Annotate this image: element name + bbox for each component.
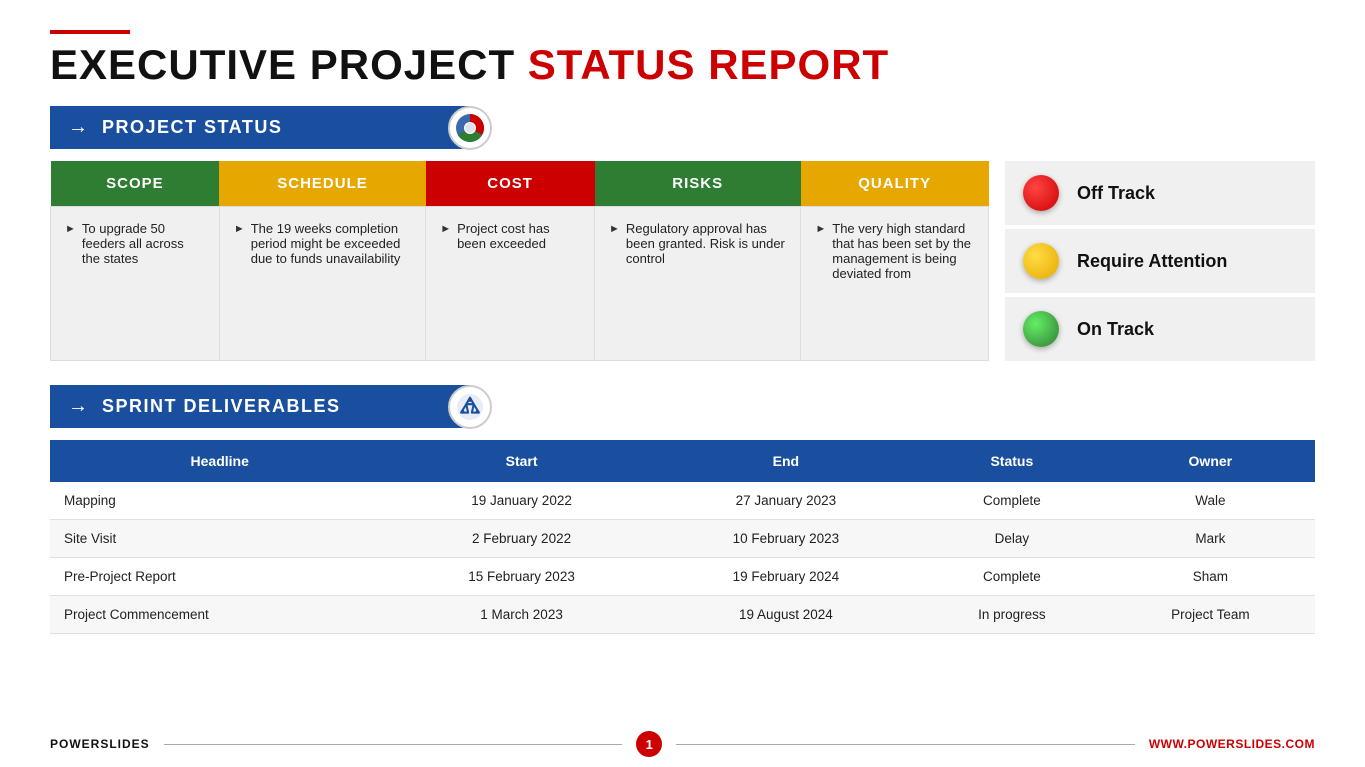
cell-end: 27 January 2023 bbox=[654, 482, 918, 520]
status-header-row: SCOPE SCHEDULE COST RISKS QUALITY bbox=[51, 161, 989, 207]
dot-green bbox=[1023, 311, 1059, 347]
title-red: STATUS REPORT bbox=[528, 41, 889, 88]
sprint-section: → SPRINT DELIVERABLES Headline bbox=[50, 385, 1315, 634]
cell-owner: Mark bbox=[1106, 520, 1315, 558]
risks-content: ► Regulatory approval has been granted. … bbox=[609, 221, 786, 266]
sprint-arrow-icon: → bbox=[68, 395, 88, 418]
dot-red bbox=[1023, 175, 1059, 211]
title-bar: EXECUTIVE PROJECT STATUS REPORT bbox=[50, 30, 1315, 88]
cell-headline: Site Visit bbox=[50, 520, 389, 558]
footer: POWERSLIDES 1 WWW.POWERSLIDES.COM bbox=[0, 721, 1365, 767]
legend-off-track-label: Off Track bbox=[1077, 183, 1155, 204]
dot-yellow bbox=[1023, 243, 1059, 279]
risks-arrow: ► bbox=[609, 223, 620, 235]
schedule-arrow: ► bbox=[234, 223, 245, 235]
quality-arrow: ► bbox=[815, 223, 826, 235]
legend-require-attention-label: Require Attention bbox=[1077, 251, 1227, 272]
pie-chart-icon bbox=[454, 112, 486, 144]
deliverable-row: Site Visit2 February 202210 February 202… bbox=[50, 520, 1315, 558]
cell-start: 15 February 2023 bbox=[389, 558, 653, 596]
legend-box: Off Track Require Attention On Track bbox=[1005, 161, 1315, 361]
cell-status: Complete bbox=[918, 558, 1106, 596]
cell-status: In progress bbox=[918, 596, 1106, 634]
project-status-label: PROJECT STATUS bbox=[102, 117, 282, 138]
main-title: EXECUTIVE PROJECT STATUS REPORT bbox=[50, 42, 1315, 88]
cell-risks: ► Regulatory approval has been granted. … bbox=[595, 207, 801, 361]
th-risks: RISKS bbox=[595, 161, 801, 207]
footer-line-left bbox=[164, 744, 623, 745]
scope-text: To upgrade 50 feeders all across the sta… bbox=[82, 221, 205, 266]
cell-cost: ► Project cost has been exceeded bbox=[426, 207, 595, 361]
th-quality: QUALITY bbox=[801, 161, 989, 207]
sprint-icon bbox=[448, 385, 492, 429]
footer-page: 1 bbox=[636, 731, 662, 757]
status-table: SCOPE SCHEDULE COST RISKS QUALITY ► To u… bbox=[50, 161, 989, 361]
cell-scope: ► To upgrade 50 feeders all across the s… bbox=[51, 207, 220, 361]
footer-url: WWW.POWERSLIDES.COM bbox=[1149, 737, 1315, 751]
legend-on-track: On Track bbox=[1005, 297, 1315, 361]
quality-content: ► The very high standard that has been s… bbox=[815, 221, 974, 281]
th-scope: SCOPE bbox=[51, 161, 220, 207]
cell-start: 2 February 2022 bbox=[389, 520, 653, 558]
cell-headline: Pre-Project Report bbox=[50, 558, 389, 596]
scope-arrow: ► bbox=[65, 223, 76, 235]
cell-schedule: ► The 19 weeks completion period might b… bbox=[219, 207, 425, 361]
cell-headline: Project Commencement bbox=[50, 596, 389, 634]
cell-status: Complete bbox=[918, 482, 1106, 520]
title-line bbox=[50, 30, 130, 34]
project-status-icon bbox=[448, 106, 492, 150]
cell-end: 19 February 2024 bbox=[654, 558, 918, 596]
legend-on-track-label: On Track bbox=[1077, 319, 1154, 340]
cell-owner: Sham bbox=[1106, 558, 1315, 596]
cell-owner: Wale bbox=[1106, 482, 1315, 520]
deliverables-header-row: Headline Start End Status Owner bbox=[50, 440, 1315, 482]
deliverable-row: Pre-Project Report15 February 202319 Feb… bbox=[50, 558, 1315, 596]
th-schedule: SCHEDULE bbox=[219, 161, 425, 207]
cell-quality: ► The very high standard that has been s… bbox=[801, 207, 989, 361]
cell-start: 19 January 2022 bbox=[389, 482, 653, 520]
status-container: SCOPE SCHEDULE COST RISKS QUALITY ► To u… bbox=[50, 161, 1315, 361]
project-status-header: → PROJECT STATUS bbox=[50, 106, 470, 149]
trinity-icon bbox=[455, 392, 485, 422]
footer-line-right bbox=[676, 744, 1135, 745]
sprint-header: → SPRINT DELIVERABLES bbox=[50, 385, 470, 428]
project-status-section: → PROJECT STATUS SCOPE bbox=[50, 106, 1315, 361]
th-headline: Headline bbox=[50, 440, 389, 482]
scope-content: ► To upgrade 50 feeders all across the s… bbox=[65, 221, 205, 266]
arrow-icon: → bbox=[68, 116, 88, 139]
cell-status: Delay bbox=[918, 520, 1106, 558]
cell-end: 10 February 2023 bbox=[654, 520, 918, 558]
footer-brand: POWERSLIDES bbox=[50, 737, 150, 751]
schedule-content: ► The 19 weeks completion period might b… bbox=[234, 221, 411, 266]
cell-headline: Mapping bbox=[50, 482, 389, 520]
th-status: Status bbox=[918, 440, 1106, 482]
quality-text: The very high standard that has been set… bbox=[832, 221, 974, 281]
th-start: Start bbox=[389, 440, 653, 482]
title-black: EXECUTIVE PROJECT bbox=[50, 41, 528, 88]
cost-content: ► Project cost has been exceeded bbox=[440, 221, 580, 251]
cell-start: 1 March 2023 bbox=[389, 596, 653, 634]
cost-arrow: ► bbox=[440, 223, 451, 235]
risks-text: Regulatory approval has been granted. Ri… bbox=[626, 221, 786, 266]
legend-require-attention: Require Attention bbox=[1005, 229, 1315, 293]
th-owner: Owner bbox=[1106, 440, 1315, 482]
schedule-text: The 19 weeks completion period might be … bbox=[251, 221, 411, 266]
th-cost: COST bbox=[426, 161, 595, 207]
cell-owner: Project Team bbox=[1106, 596, 1315, 634]
cost-text: Project cost has been exceeded bbox=[457, 221, 580, 251]
th-end: End bbox=[654, 440, 918, 482]
legend-off-track: Off Track bbox=[1005, 161, 1315, 225]
deliverable-row: Mapping19 January 202227 January 2023Com… bbox=[50, 482, 1315, 520]
page: EXECUTIVE PROJECT STATUS REPORT → PROJEC… bbox=[0, 0, 1365, 767]
status-body-row: ► To upgrade 50 feeders all across the s… bbox=[51, 207, 989, 361]
deliverables-table: Headline Start End Status Owner Mapping1… bbox=[50, 440, 1315, 634]
sprint-label: SPRINT DELIVERABLES bbox=[102, 396, 341, 417]
deliverable-row: Project Commencement1 March 202319 Augus… bbox=[50, 596, 1315, 634]
cell-end: 19 August 2024 bbox=[654, 596, 918, 634]
